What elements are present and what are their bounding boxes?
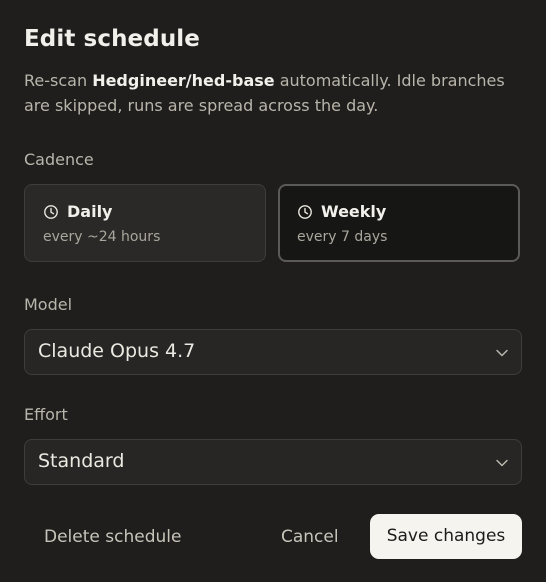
cadence-label: Cadence (24, 150, 94, 169)
clock-icon (298, 204, 312, 219)
model-label: Model (24, 295, 73, 314)
effort-label: Effort (24, 405, 68, 424)
cadence-option-daily[interactable]: Daily every ~24 hours (24, 184, 266, 262)
cadence-option-name: Weekly (321, 202, 387, 221)
chevron-down-icon (496, 349, 508, 357)
chevron-down-icon (496, 459, 508, 467)
cadence-option-header: Weekly (297, 202, 386, 221)
cadence-option-detail: every 7 days (297, 229, 388, 245)
edit-schedule-dialog: Edit schedule Re-scan Hedgineer/hed-base… (0, 0, 546, 582)
delete-schedule-button[interactable]: Delete schedule (44, 515, 181, 559)
cadence-option-name: Daily (67, 202, 113, 221)
model-select[interactable]: Claude Opus 4.7 (24, 329, 522, 375)
description-prefix: Re-scan (24, 71, 93, 90)
save-changes-button[interactable]: Save changes (370, 514, 522, 559)
cadence-option-detail: every ~24 hours (43, 229, 161, 245)
effort-select-value: Standard (38, 450, 125, 472)
dialog-title: Edit schedule (24, 26, 200, 52)
cadence-option-header: Daily (43, 202, 112, 221)
cadence-option-weekly[interactable]: Weekly every 7 days (278, 184, 520, 262)
repo-name: Hedgineer/hed-base (92, 71, 275, 90)
clock-icon (44, 204, 58, 219)
effort-select[interactable]: Standard (24, 439, 522, 485)
dialog-description: Re-scan Hedgineer/hed-base automatically… (24, 68, 514, 118)
model-select-value: Claude Opus 4.7 (38, 340, 196, 362)
cancel-button[interactable]: Cancel (281, 515, 339, 559)
